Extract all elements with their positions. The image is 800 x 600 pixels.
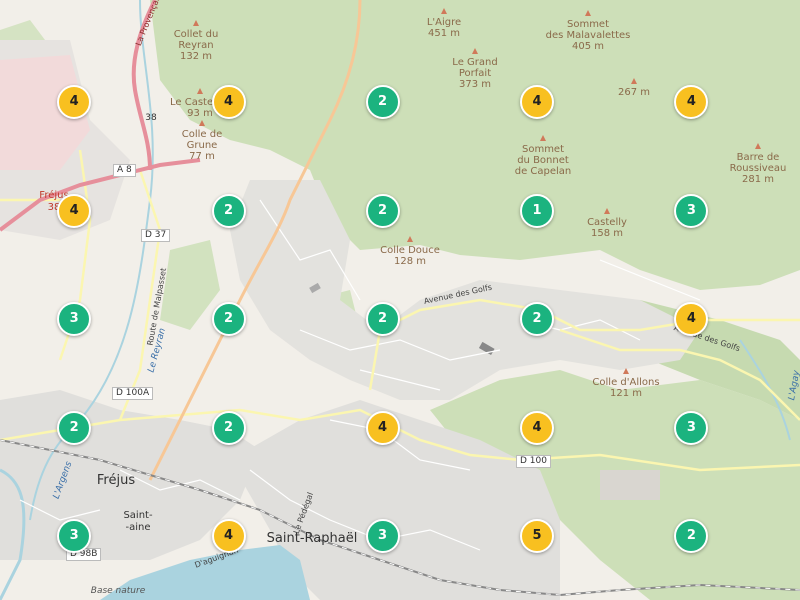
peak-icon	[407, 236, 413, 242]
peak-name: Grune	[186, 140, 218, 151]
peak-name: Sommet	[521, 144, 565, 155]
marker-cluster[interactable]: 2	[365, 301, 400, 336]
peak-elevation: 281 m	[741, 174, 775, 185]
peak-elevation: 373 m	[458, 79, 492, 90]
peak-name: Le Grand	[452, 57, 498, 68]
road-label-38: 38	[145, 113, 157, 123]
peak-name: Roussiveau	[729, 163, 787, 174]
peak-icon	[585, 10, 591, 16]
marker-cluster[interactable]: 4	[211, 85, 246, 120]
marker-cluster[interactable]: 3	[674, 193, 709, 228]
place-label-base-nature: Base nature	[90, 586, 146, 596]
peak-name: Colle de	[181, 129, 223, 140]
marker-cluster[interactable]: 2	[365, 85, 400, 120]
grey-patch-3	[600, 470, 660, 500]
marker-cluster[interactable]: 2	[211, 410, 246, 445]
peak-name: Porfait	[458, 68, 492, 79]
road-label-d37: D 37	[141, 229, 171, 242]
marker-cluster[interactable]: 4	[519, 85, 554, 120]
peak-elevation: 451 m	[427, 28, 461, 39]
peak-icon	[623, 368, 629, 374]
peak-elevation: 128 m	[393, 256, 427, 267]
peak-elevation: 77 m	[189, 151, 215, 162]
peak-icon	[441, 8, 447, 14]
peak-name: Castelly	[587, 217, 627, 228]
road-label-d100a: D 100A	[112, 387, 154, 400]
peak-icon	[755, 143, 761, 149]
marker-cluster[interactable]: 2	[519, 301, 554, 336]
peak-icon	[199, 120, 205, 126]
marker-cluster[interactable]: 3	[57, 301, 92, 336]
marker-cluster[interactable]: 2	[365, 193, 400, 228]
peak-icon	[540, 135, 546, 141]
peak-elevation: 132 m	[179, 51, 213, 62]
place-label-aine: -aine	[125, 522, 151, 533]
peak-icon	[631, 78, 637, 84]
peak-elevation: 267 m	[617, 87, 651, 98]
peak-name: Sommet	[566, 19, 610, 30]
marker-cluster[interactable]: 4	[365, 410, 400, 445]
road-label-d100: D 100	[516, 455, 551, 468]
peak-icon	[197, 88, 203, 94]
town-label-saint-raphael: Saint-Raphaël	[266, 531, 358, 546]
peak-name: de Capelan	[514, 166, 572, 177]
peak-elevation: 158 m	[590, 228, 624, 239]
marker-cluster[interactable]: 3	[365, 519, 400, 554]
peak-elevation: 405 m	[571, 41, 605, 52]
peak-icon	[193, 20, 199, 26]
peak-name: du Bonnet	[517, 155, 569, 166]
peak-icon	[604, 208, 610, 214]
marker-cluster[interactable]: 4	[57, 85, 92, 120]
peak-name: Collet du	[173, 29, 219, 40]
place-label-saint: Saint-	[123, 510, 153, 521]
marker-cluster[interactable]: 2	[211, 301, 246, 336]
marker-cluster[interactable]: 1	[519, 193, 554, 228]
peak-name: Barre de	[736, 152, 780, 163]
peak-name: Reyran	[178, 40, 214, 51]
marker-cluster[interactable]: 4	[519, 410, 554, 445]
town-label-frejus: Fréjus	[96, 473, 136, 488]
peak-elevation: 93 m	[187, 108, 213, 119]
peak-name: des Malavalettes	[545, 30, 631, 41]
marker-cluster[interactable]: 4	[211, 519, 246, 554]
peak-name: L'Aigre	[426, 17, 462, 28]
marker-cluster[interactable]: 4	[57, 193, 92, 228]
peak-name: Colle d'Allons	[592, 377, 660, 388]
peak-name: Colle Douce	[380, 245, 440, 256]
road-label-a8: A 8	[113, 164, 136, 177]
map-view[interactable]: Collet du Reyran 132 m Le Castellas 93 m Coll…	[0, 0, 800, 600]
peak-icon	[472, 48, 478, 54]
peak-elevation: 121 m	[609, 388, 643, 399]
marker-cluster[interactable]: 2	[57, 410, 92, 445]
marker-cluster[interactable]: 2	[211, 193, 246, 228]
